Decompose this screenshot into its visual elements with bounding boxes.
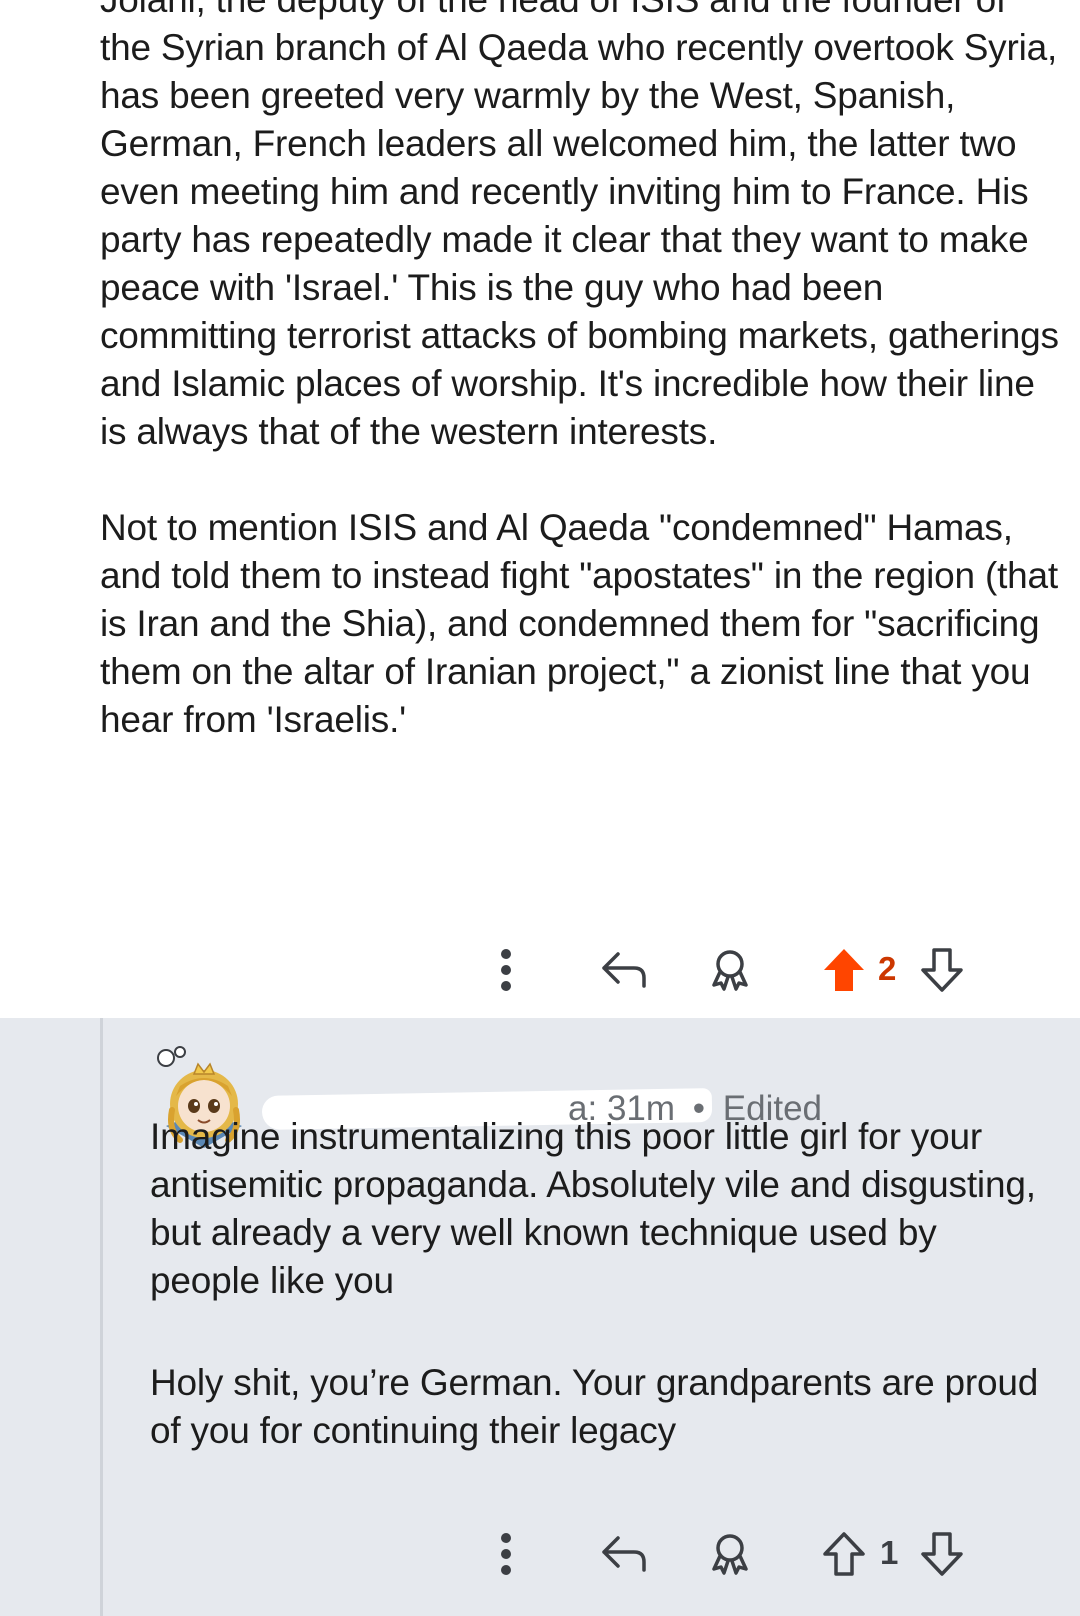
parent-paragraph-1: Jolani, the deputy of the head of ISIS a… xyxy=(100,0,1059,452)
parent-comment: Jolani, the deputy of the head of ISIS a… xyxy=(0,0,1080,1018)
reply-arrow-icon[interactable] xyxy=(594,1524,654,1584)
downvote-arrow-icon[interactable] xyxy=(914,1524,970,1584)
reply-comment-body: Imagine instrumentalizing this poor litt… xyxy=(150,1113,1050,1455)
reply-comment: a: 31m • Edited Imagine instrumentalizin… xyxy=(0,1018,1080,1616)
parent-comment-body: Jolani, the deputy of the head of ISIS a… xyxy=(100,0,1060,744)
parent-action-bar: 2 xyxy=(0,940,1080,1000)
reply-paragraph-1: Imagine instrumentalizing this poor litt… xyxy=(150,1116,1036,1301)
more-vertical-icon[interactable] xyxy=(488,1524,524,1584)
reply-paragraph-2: Holy shit, you’re German. Your grandpare… xyxy=(150,1362,1039,1451)
upvote-arrow-outline-icon[interactable] xyxy=(816,1524,872,1584)
award-icon[interactable] xyxy=(700,940,760,1000)
reply-action-bar: 1 xyxy=(0,1524,1080,1584)
reply-arrow-icon[interactable] xyxy=(594,940,654,1000)
more-vertical-icon[interactable] xyxy=(488,940,524,1000)
award-icon[interactable] xyxy=(700,1524,760,1584)
upvote-arrow-filled-icon[interactable] xyxy=(816,940,872,1000)
downvote-arrow-icon[interactable] xyxy=(914,940,970,1000)
vote-score: 2 xyxy=(878,950,897,987)
vote-score: 1 xyxy=(880,1534,899,1571)
parent-paragraph-2: Not to mention ISIS and Al Qaeda "condem… xyxy=(100,507,1058,740)
